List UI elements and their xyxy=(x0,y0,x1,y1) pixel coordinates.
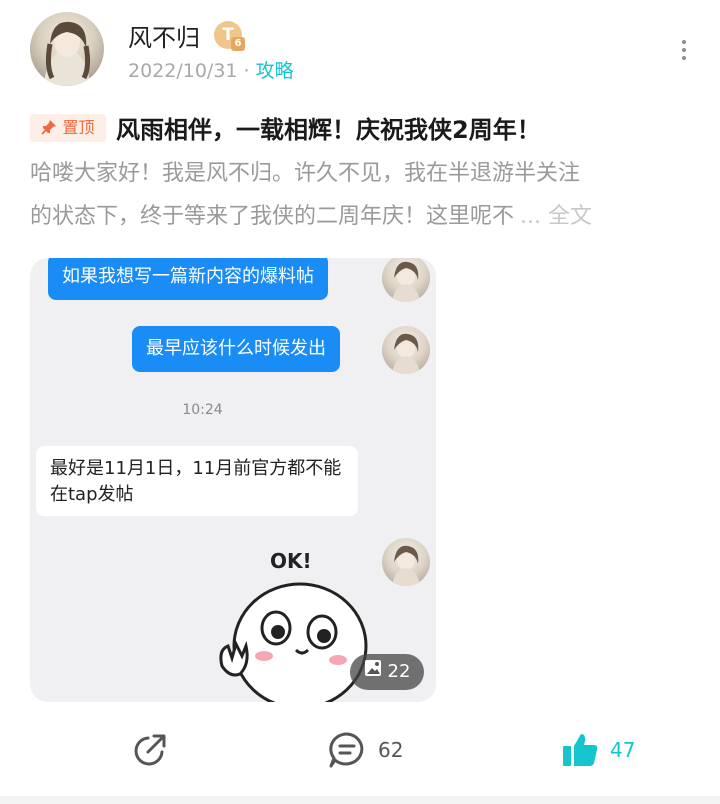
excerpt-line: 的状态下，终于等来了我侠的二周年庆！这里呢不 xyxy=(30,204,515,229)
post-image[interactable]: 如果我想写一篇新内容的爆料帖 最早应该什么时候发出 10:24 最好是11月1日… xyxy=(30,258,436,702)
chat-bubble-incoming: 最好是11月1日，11月前官方都不能在tap发帖 xyxy=(36,446,358,516)
meta-separator: · xyxy=(243,60,250,82)
category-tag[interactable]: 攻略 xyxy=(256,60,294,82)
level-badge: T 6 xyxy=(214,21,245,51)
action-bar: 62 47 xyxy=(0,722,720,782)
level-badge-number: 6 xyxy=(231,37,245,51)
author-avatar[interactable] xyxy=(30,12,104,86)
more-options-icon[interactable] xyxy=(680,40,688,62)
post-title[interactable]: 风雨相伴，一载相辉！庆祝我侠2周年！ xyxy=(116,110,541,145)
post-excerpt[interactable]: 哈喽大家好！我是风不归。许久不见，我在半退游半关注 的状态下，终于等来了我侠的二… xyxy=(30,152,698,238)
comment-icon xyxy=(329,732,364,768)
pinned-label: 置顶 xyxy=(62,118,95,137)
comment-count: 62 xyxy=(378,738,404,762)
chat-bubble-outgoing: 如果我想写一篇新内容的爆料帖 xyxy=(48,258,328,300)
post-header: 风不归 T 6 2022/10/31 · 攻略 xyxy=(30,12,710,92)
post-meta: 2022/10/31 · 攻略 xyxy=(128,56,294,83)
chat-avatar xyxy=(382,258,430,302)
share-button[interactable] xyxy=(130,730,170,774)
like-button[interactable]: 47 xyxy=(560,730,635,774)
post-date: 2022/10/31 xyxy=(128,60,238,82)
pinned-badge: 置顶 xyxy=(30,114,106,142)
pin-icon xyxy=(41,118,62,137)
picture-icon xyxy=(364,654,382,690)
author-name[interactable]: 风不归 xyxy=(128,18,200,53)
chat-bubble-outgoing: 最早应该什么时候发出 xyxy=(132,326,340,372)
full-text-link[interactable]: 全文 xyxy=(548,204,592,229)
image-count-badge: 22 xyxy=(350,654,424,690)
excerpt-ellipsis: ... xyxy=(520,204,541,229)
image-count: 22 xyxy=(387,661,411,682)
ok-sticker: OK! xyxy=(214,546,374,702)
chat-avatar xyxy=(382,538,430,586)
chat-avatar xyxy=(382,326,430,374)
sticker-text: OK! xyxy=(270,549,312,573)
thumbs-up-icon xyxy=(563,734,598,766)
comment-button[interactable]: 62 xyxy=(326,730,403,774)
chat-timestamp: 10:24 xyxy=(182,402,223,418)
like-count: 47 xyxy=(610,738,636,762)
share-icon xyxy=(134,734,166,766)
bottom-divider xyxy=(0,796,720,804)
title-row: 置顶 风雨相伴，一载相辉！庆祝我侠2周年！ xyxy=(30,110,710,146)
excerpt-line: 哈喽大家好！我是风不归。许久不见，我在半退游半关注 xyxy=(30,161,581,186)
